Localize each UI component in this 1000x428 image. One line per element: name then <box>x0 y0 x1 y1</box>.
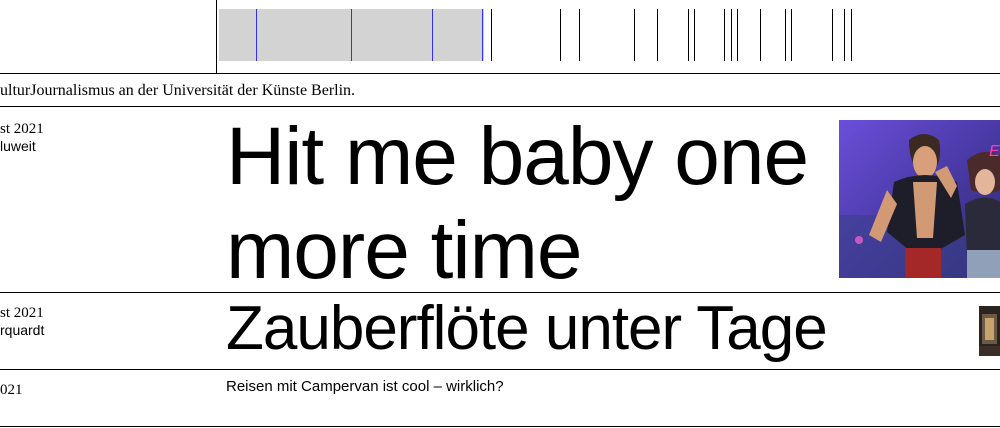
article-thumbnail-2[interactable] <box>979 306 1000 356</box>
barcode-lines <box>491 9 852 61</box>
title-line-2: more time <box>226 205 583 296</box>
divider-line <box>0 369 1000 370</box>
video-game-characters-illustration-icon: E <box>839 120 1000 278</box>
article-title-2[interactable]: Zauberflöte unter Tage <box>226 292 828 366</box>
article-date: 021 <box>0 382 23 398</box>
article-thumbnail-1[interactable]: E <box>839 120 1000 278</box>
title-line-1: Hit me baby one <box>226 111 809 202</box>
underground-stage-photo-icon <box>979 306 1000 356</box>
barcode-logo[interactable] <box>0 0 1000 74</box>
article-author[interactable]: rquardt <box>0 322 44 339</box>
divider-line <box>0 106 1000 107</box>
article-author[interactable]: luweit <box>0 138 44 155</box>
article-date: st 2021 <box>0 121 44 137</box>
divider-line <box>0 426 1000 427</box>
site-header <box>0 0 1000 74</box>
article-date: st 2021 <box>0 305 44 321</box>
site-tagline: ulturJournalismus an der Universität der… <box>0 82 356 99</box>
article-title-3[interactable]: Reisen mit Campervan ist cool – wirklich… <box>226 378 504 396</box>
article-meta-2: st 2021 rquardt <box>0 305 44 339</box>
article-title-1[interactable]: Hit me baby one more time <box>226 110 809 298</box>
article-meta-3: 021 <box>0 382 23 399</box>
svg-text:E: E <box>989 143 1000 160</box>
header-divider <box>216 0 217 74</box>
article-meta-1: st 2021 luweit <box>0 121 44 155</box>
page: ulturJournalismus an der Universität der… <box>0 0 1000 428</box>
